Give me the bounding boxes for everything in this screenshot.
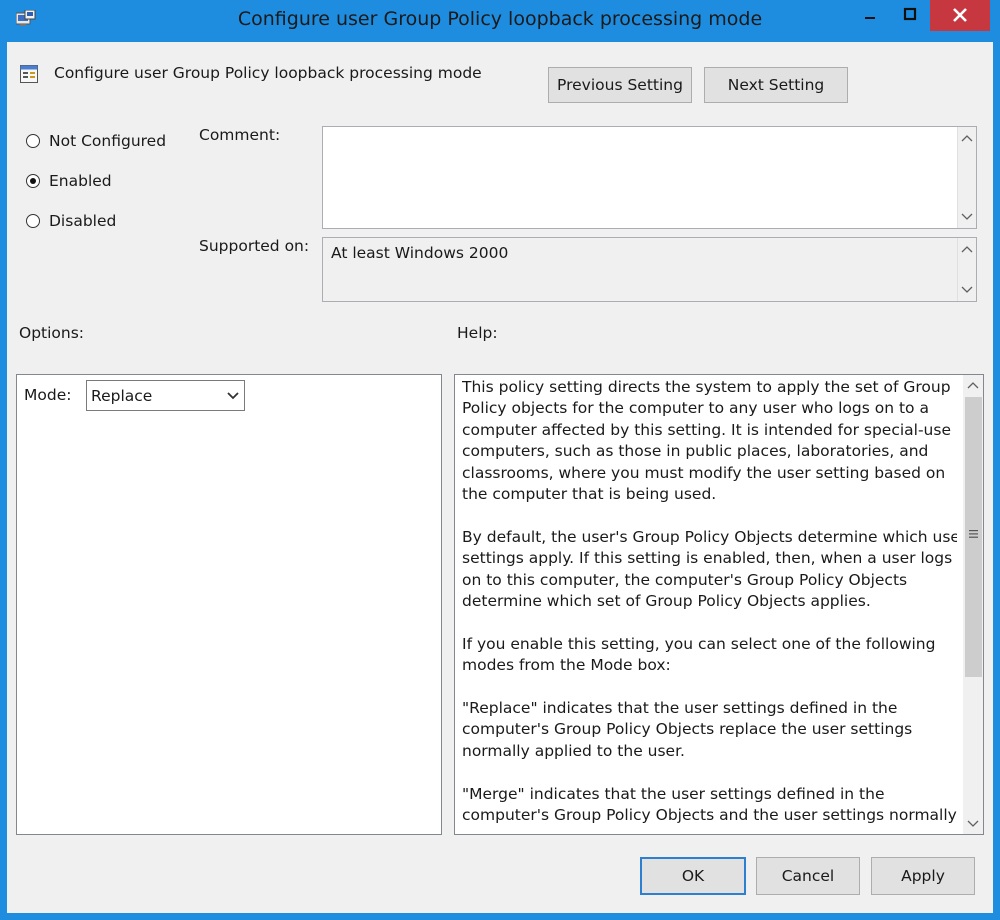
radio-circle[interactable] (26, 214, 40, 228)
radio-circle[interactable] (26, 174, 40, 188)
supported-on-box: At least Windows 2000 (322, 237, 977, 302)
ok-button[interactable]: OK (640, 857, 746, 895)
dialog-body: Configure user Group Policy loopback pro… (7, 42, 993, 913)
title-bar[interactable]: Configure user Group Policy loopback pro… (0, 0, 1000, 42)
maximize-button[interactable] (890, 0, 930, 31)
help-line: the computer that is being used. (462, 485, 717, 504)
scroll-down-icon[interactable] (958, 280, 976, 298)
help-blank-line (462, 505, 957, 526)
help-line: modes from the Mode box: (462, 656, 671, 675)
previous-setting-button[interactable]: Previous Setting (548, 67, 692, 103)
scroll-up-icon[interactable] (964, 377, 982, 395)
help-line: If you enable this setting, you can sele… (462, 634, 936, 653)
mode-label: Mode: (24, 386, 72, 404)
comment-label: Comment: (199, 126, 281, 144)
help-line: computer's Group Policy Objects replace … (462, 720, 913, 739)
dialog-window: Configure user Group Policy loopback pro… (0, 0, 1000, 920)
help-label: Help: (457, 324, 498, 342)
minimize-icon (865, 17, 875, 19)
maximize-icon (903, 7, 917, 21)
policy-setting-icon (20, 65, 38, 83)
help-line: Policy objects for the computer to any u… (462, 399, 929, 418)
scroll-down-icon[interactable] (964, 814, 982, 832)
policy-name-label: Configure user Group Policy loopback pro… (54, 64, 482, 82)
chevron-down-icon (227, 392, 239, 400)
radio-label: Disabled (49, 212, 117, 230)
radio-label: Enabled (49, 172, 112, 190)
close-icon (953, 8, 967, 22)
radio-selected-dot (30, 178, 36, 184)
help-line: This policy setting directs the system t… (462, 378, 951, 396)
options-panel: Mode: Replace (16, 374, 442, 835)
comment-textarea[interactable] (322, 126, 977, 229)
supported-scrollbar[interactable] (957, 238, 976, 301)
next-setting-button[interactable]: Next Setting (704, 67, 848, 103)
grip-icon (969, 530, 978, 538)
close-button[interactable] (930, 0, 990, 31)
scroll-thumb[interactable] (965, 397, 982, 677)
apply-button[interactable]: Apply (871, 857, 975, 895)
help-scrollbar[interactable] (963, 375, 983, 834)
scroll-up-icon[interactable] (958, 241, 976, 259)
mode-selected-value: Replace (91, 387, 153, 405)
help-blank-line (462, 677, 957, 698)
options-label: Options: (19, 324, 85, 342)
help-line: By default, the user's Group Policy Obje… (462, 527, 957, 546)
comment-scrollbar[interactable] (957, 127, 976, 228)
scroll-down-icon[interactable] (958, 207, 976, 225)
help-blank-line (462, 612, 957, 633)
help-line: normally applied to the user. (462, 741, 685, 760)
supported-on-label: Supported on: (199, 237, 310, 255)
help-line: classrooms, where you must modify the us… (462, 463, 946, 482)
cancel-button[interactable]: Cancel (756, 857, 860, 895)
help-line: computer affected by this setting. It is… (462, 420, 951, 439)
help-line: settings apply. If this setting is enabl… (462, 549, 953, 568)
help-panel: This policy setting directs the system t… (454, 374, 984, 835)
supported-on-value: At least Windows 2000 (331, 244, 509, 262)
mode-dropdown[interactable]: Replace (86, 380, 245, 411)
radio-label: Not Configured (49, 132, 167, 150)
help-line: computer's Group Policy Objects and the … (462, 806, 957, 825)
help-text: This policy setting directs the system t… (462, 377, 957, 832)
help-line: on to this computer, the computer's Grou… (462, 570, 908, 589)
radio-circle[interactable] (26, 134, 40, 148)
help-line: "Merge" indicates that the user settings… (462, 784, 885, 803)
help-line: "Replace" indicates that the user settin… (462, 699, 898, 718)
help-line: determine which set of Group Policy Obje… (462, 592, 871, 611)
help-line: computers, such as those in public place… (462, 442, 929, 461)
minimize-button[interactable] (850, 0, 890, 31)
help-blank-line (462, 762, 957, 783)
scroll-up-icon[interactable] (958, 130, 976, 148)
